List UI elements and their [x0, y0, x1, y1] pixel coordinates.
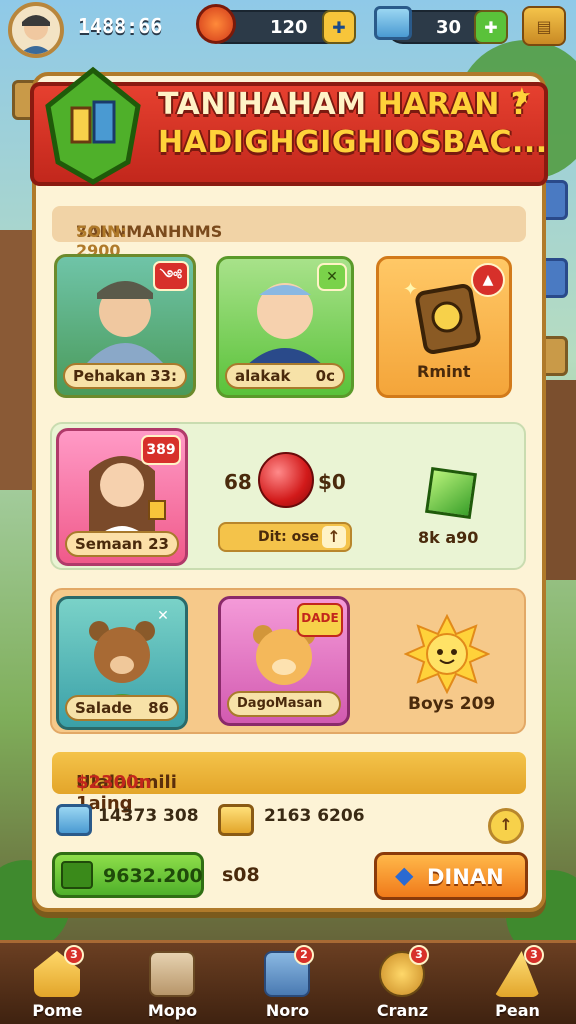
- gems-value: 30: [436, 17, 462, 38]
- blue-box-icon: [56, 804, 92, 836]
- card-3-label: Rmint: [417, 362, 471, 381]
- top-bar: 1488:66 120 ✚ 30 ✚ ▤: [0, 0, 576, 58]
- character-card-5[interactable]: ✕ Salade 86: [56, 596, 188, 730]
- card-2-name: alakak: [235, 367, 291, 385]
- nav-label: Cranz: [376, 1001, 429, 1020]
- item-card-3[interactable]: ✦ ▲ Rmint: [376, 256, 512, 398]
- banner-title-part: TANIHAHAM: [158, 87, 378, 122]
- character-card-2[interactable]: ✕ alakak 0c: [216, 256, 354, 398]
- summary-bar: Ulalalanili 1aing $2300n: [52, 752, 526, 814]
- banner-subtitle: HADIGHGIGHIOSBAC...: [158, 125, 548, 160]
- player-id: 1488:66: [78, 14, 163, 38]
- nav-label: Noro: [265, 1001, 310, 1020]
- mid-value: s08: [222, 864, 260, 886]
- card-2-label: alakak 0c: [225, 363, 345, 389]
- character-card-1[interactable]: ༺ Pehakan 33:: [54, 254, 196, 398]
- banner-emblem-icon: [38, 66, 148, 186]
- add-coins-button[interactable]: ✚: [322, 10, 356, 44]
- green-button-label: 9632.200: [103, 865, 203, 887]
- star-icon: ★: [512, 84, 532, 109]
- stat-left-value: 14373 308: [98, 806, 199, 826]
- stat-right-value: 2163 6206: [264, 806, 365, 826]
- nav-item-craft[interactable]: 3 Cranz: [345, 943, 460, 1024]
- nav-badge: 2: [294, 945, 314, 965]
- coin-icon: [196, 4, 236, 44]
- red-ball-icon: [258, 452, 314, 508]
- diamond-icon: ◆: [395, 861, 414, 889]
- character-card-4[interactable]: 389 Semaan 23: [56, 428, 188, 566]
- alert-icon: ▲: [471, 263, 505, 297]
- gem-box-icon: [374, 6, 412, 40]
- card-6-label: DagoMasan: [227, 691, 341, 717]
- nav-label: Mopo: [147, 1001, 198, 1020]
- nav-badge: 3: [64, 945, 84, 965]
- player-avatar[interactable]: [8, 2, 64, 58]
- summary-value: $2300n: [76, 772, 152, 793]
- card-7-label: Boys 209: [408, 694, 496, 714]
- card-5-value: 86: [148, 699, 169, 717]
- nav-label: Pome: [32, 1001, 83, 1020]
- upgrade-button[interactable]: ↑: [488, 808, 524, 844]
- bottom-nav: 3 Pome Mopo 2 Noro 3 Cranz 3 Pean: [0, 940, 576, 1024]
- nav-item-home[interactable]: 3 Pome: [0, 943, 115, 1024]
- nav-badge: 3: [524, 945, 544, 965]
- close-icon[interactable]: ✕: [317, 263, 347, 291]
- progress-slider[interactable]: Dit: ose ↑: [218, 522, 352, 552]
- card-6-badge: DADE: [297, 603, 343, 637]
- svg-text:✦: ✦: [403, 279, 418, 300]
- add-gems-button[interactable]: ✚: [474, 10, 508, 44]
- banner-title-highlight: HARAN: [377, 87, 500, 122]
- green-gem-icon: [425, 467, 477, 519]
- card-4-label: Semaan 23: [65, 531, 179, 557]
- nav-item-inbox[interactable]: 2 Noro: [230, 943, 345, 1024]
- banner-title: TANIHAHAM HARAN ? HADIGHGIGHIOSBAC...: [158, 86, 548, 162]
- gem-label: 8k a90: [418, 528, 479, 547]
- nav-item-plan[interactable]: 3 Pean: [460, 943, 575, 1024]
- card-4-badge: 389: [141, 435, 181, 465]
- slider-arrow-icon[interactable]: ↑: [322, 526, 346, 548]
- shop-chest-button[interactable]: ▤: [522, 6, 566, 46]
- nav-badge: 3: [409, 945, 429, 965]
- gold-box-icon: [218, 804, 254, 836]
- card-5-label: Salade 86: [65, 695, 179, 721]
- card-5-name: Salade: [75, 699, 133, 717]
- ball-left-value: 68: [224, 470, 252, 494]
- green-action-button[interactable]: 9632.200: [52, 852, 204, 898]
- card-1-badge: ༺: [153, 261, 189, 291]
- confirm-button[interactable]: ◆ DINAN: [374, 852, 528, 900]
- card-4-name: Semaan: [75, 535, 143, 553]
- card-1-name: Pehakan: [73, 367, 146, 385]
- slider-label: Dit: ose: [258, 529, 320, 545]
- card-6-name: DagoMasan: [237, 696, 323, 711]
- card-1-value: 33:: [150, 367, 177, 385]
- cash-icon: [61, 861, 93, 889]
- coins-value: 120: [270, 17, 308, 38]
- card-2-value: 0c: [315, 367, 335, 385]
- card-4-value: 23: [148, 535, 169, 553]
- ball-right-value: $0: [318, 470, 346, 494]
- sun-icon: [403, 613, 491, 695]
- close-icon[interactable]: ✕: [145, 603, 181, 633]
- character-card-6[interactable]: DADE DagoMasan: [218, 596, 350, 726]
- info-strip: 7ANNMANHNMS SOIN: 2900: [52, 206, 526, 260]
- nav-item-map[interactable]: Mopo: [115, 943, 230, 1024]
- box-icon: [149, 951, 195, 997]
- confirm-button-label: DINAN: [427, 865, 504, 889]
- card-1-label: Pehakan 33:: [63, 363, 187, 389]
- nav-label: Pean: [495, 1001, 540, 1020]
